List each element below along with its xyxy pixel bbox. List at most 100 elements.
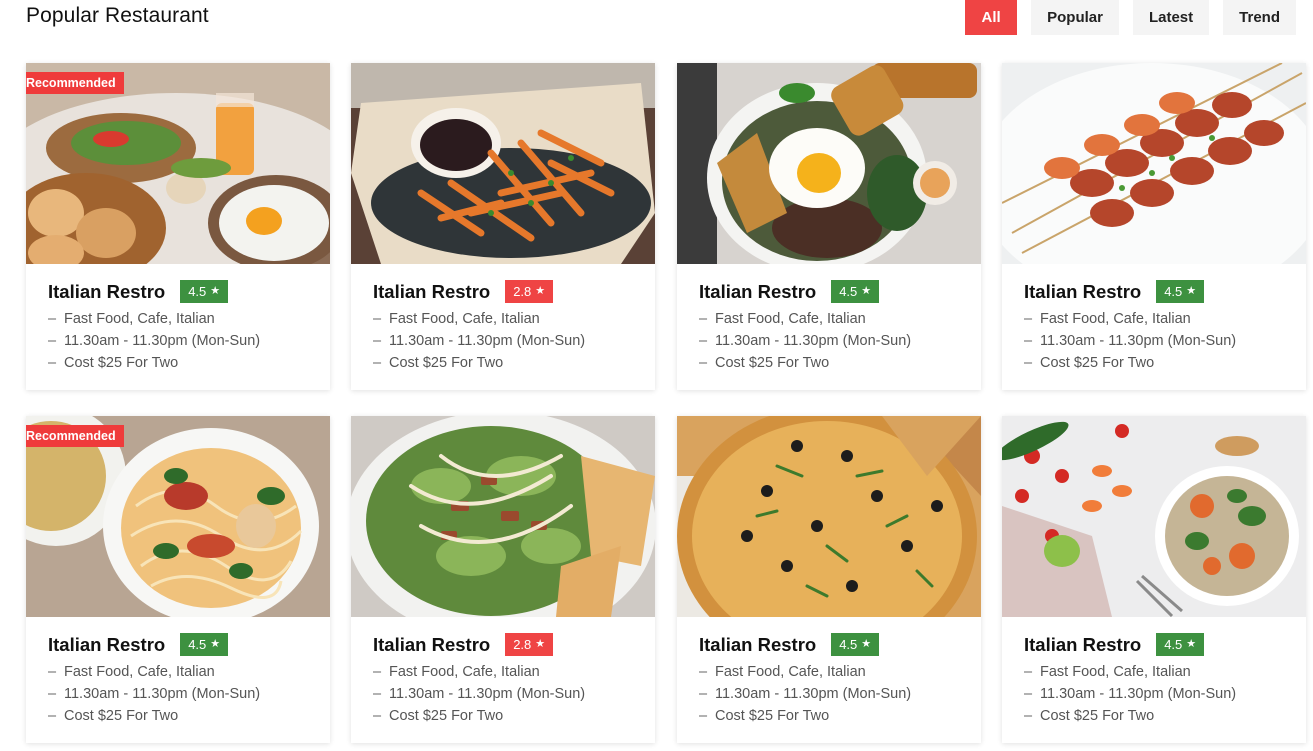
restaurant-image-veggie-bowl[interactable] — [1002, 416, 1306, 617]
star-icon: ★ — [535, 285, 546, 297]
restaurant-image-fries[interactable] — [351, 63, 655, 264]
section-header: Popular Restaurant All Popular Latest Tr… — [26, 0, 1296, 36]
recommended-badge: Recommended — [26, 425, 124, 447]
restaurant-image-salad[interactable] — [351, 416, 655, 617]
card-body: Italian Restro 4.5 ★ – Fast Food, Cafe, It… — [1024, 279, 1296, 374]
cost-text: Cost $25 For Two — [715, 707, 830, 724]
hours-text: 11.30am - 11.30pm (Mon-Sun) — [715, 685, 912, 702]
restaurant-info: – Fast Food, Cafe, Italian –11.30am - 11.… — [699, 309, 971, 374]
cost-item: – Cost $25 For Two — [373, 353, 645, 375]
filter-latest-button[interactable]: Latest — [1132, 0, 1210, 35]
cuisine-item: – Fast Food, Cafe, Italian — [373, 662, 645, 684]
rating-value: 2.8 — [513, 637, 532, 652]
restaurant-info: – Fast Food, Cafe, Italian –11.30am - 11.… — [1024, 662, 1296, 727]
star-icon: ★ — [210, 285, 221, 297]
cost-item: – Cost $25 For Two — [1024, 706, 1296, 728]
cost-text: Cost $25 For Two — [1040, 707, 1155, 724]
cost-item: – Cost $25 For Two — [48, 706, 320, 728]
rating-badge: 4.5 ★ — [180, 633, 229, 656]
title-row: Italian Restro 2.8 ★ — [373, 279, 645, 304]
card-body: Italian Restro 2.8 ★ – Fast Food, Cafe, It… — [373, 279, 645, 374]
restaurant-name[interactable]: Italian Restro — [1024, 634, 1141, 656]
restaurant-card[interactable]: Italian Restro 4.5 ★ – Fast Food, Cafe, It… — [677, 63, 981, 390]
restaurant-name[interactable]: Italian Restro — [699, 281, 816, 303]
cost-item: – Cost $25 For Two — [48, 353, 320, 375]
hours-item: –11.30am - 11.30pm (Mon-Sun) — [1024, 331, 1296, 353]
cost-text: Cost $25 For Two — [715, 354, 830, 371]
restaurant-card[interactable]: Italian Restro 2.8 ★ – Fast Food, Cafe, It… — [351, 416, 655, 743]
restaurant-card[interactable]: Italian Restro 2.8 ★ – Fast Food, Cafe, It… — [351, 63, 655, 390]
card-body: Italian Restro 4.5 ★ – Fast Food, Cafe, It… — [48, 279, 320, 374]
cuisine-text: Fast Food, Cafe, Italian — [389, 664, 540, 680]
card-body: Italian Restro 4.5 ★ – Fast Food, Cafe, It… — [699, 279, 971, 374]
cuisine-text: Fast Food, Cafe, Italian — [389, 311, 540, 327]
restaurant-name[interactable]: Italian Restro — [1024, 281, 1141, 303]
restaurant-info: – Fast Food, Cafe, Italian –11.30am - 11.… — [373, 662, 645, 727]
cost-item: – Cost $25 For Two — [699, 706, 971, 728]
title-row: Italian Restro 4.5 ★ — [699, 632, 971, 657]
restaurant-image-noodles[interactable]: Recommended — [26, 416, 330, 617]
hours-text: 11.30am - 11.30pm (Mon-Sun) — [389, 332, 586, 349]
cuisine-text: Fast Food, Cafe, Italian — [64, 311, 215, 327]
recommended-badge: Recommended — [26, 72, 124, 94]
restaurant-image-skewers[interactable] — [1002, 63, 1306, 264]
hours-text: 11.30am - 11.30pm (Mon-Sun) — [1040, 332, 1237, 349]
card-body: Italian Restro 4.5 ★ – Fast Food, Cafe, It… — [1024, 632, 1296, 727]
hours-text: 11.30am - 11.30pm (Mon-Sun) — [1040, 685, 1237, 702]
star-icon: ★ — [535, 638, 546, 650]
filter-all-button[interactable]: All — [965, 0, 1018, 35]
cuisine-item: – Fast Food, Cafe, Italian — [48, 309, 320, 331]
hours-item: –11.30am - 11.30pm (Mon-Sun) — [48, 684, 320, 706]
hours-text: 11.30am - 11.30pm (Mon-Sun) — [389, 685, 586, 702]
cost-text: Cost $25 For Two — [1040, 354, 1155, 371]
cuisine-item: – Fast Food, Cafe, Italian — [699, 662, 971, 684]
restaurant-info: – Fast Food, Cafe, Italian –11.30am - 11.… — [373, 309, 645, 374]
title-row: Italian Restro 4.5 ★ — [1024, 279, 1296, 304]
cost-item: – Cost $25 For Two — [1024, 353, 1296, 375]
restaurant-name[interactable]: Italian Restro — [373, 634, 490, 656]
rating-badge: 2.8 ★ — [505, 633, 554, 656]
cuisine-text: Fast Food, Cafe, Italian — [715, 664, 866, 680]
restaurant-name[interactable]: Italian Restro — [48, 281, 165, 303]
cuisine-item: – Fast Food, Cafe, Italian — [373, 309, 645, 331]
card-body: Italian Restro 2.8 ★ – Fast Food, Cafe, It… — [373, 632, 645, 727]
rating-badge: 4.5 ★ — [180, 280, 229, 303]
rating-value: 4.5 — [1164, 284, 1183, 299]
star-icon: ★ — [861, 285, 872, 297]
restaurant-card[interactable]: Recommended Italian Restro 4.5 ★ – Fast Fo… — [26, 416, 330, 743]
restaurant-name[interactable]: Italian Restro — [48, 634, 165, 656]
hours-item: –11.30am - 11.30pm (Mon-Sun) — [373, 331, 645, 353]
rating-value: 4.5 — [188, 637, 207, 652]
hours-item: –11.30am - 11.30pm (Mon-Sun) — [373, 684, 645, 706]
restaurant-card[interactable]: Italian Restro 4.5 ★ – Fast Food, Cafe, It… — [1002, 416, 1306, 743]
restaurant-card[interactable]: Italian Restro 4.5 ★ – Fast Food, Cafe, It… — [1002, 63, 1306, 390]
filter-tabs: All Popular Latest Trend — [965, 0, 1296, 35]
restaurant-image-egg-bowl[interactable] — [677, 63, 981, 264]
rating-badge: 4.5 ★ — [831, 280, 880, 303]
restaurant-image-pizza[interactable] — [677, 416, 981, 617]
rating-value: 4.5 — [188, 284, 207, 299]
restaurant-card[interactable]: Recommended Italian Restro 4.5 ★ – Fast Fo… — [26, 63, 330, 390]
cuisine-text: Fast Food, Cafe, Italian — [1040, 311, 1191, 327]
cuisine-item: – Fast Food, Cafe, Italian — [1024, 309, 1296, 331]
restaurant-name[interactable]: Italian Restro — [699, 634, 816, 656]
cuisine-item: – Fast Food, Cafe, Italian — [48, 662, 320, 684]
page-title: Popular Restaurant — [26, 4, 209, 27]
restaurant-image-breakfast[interactable]: Recommended — [26, 63, 330, 264]
restaurant-card[interactable]: Italian Restro 4.5 ★ – Fast Food, Cafe, It… — [677, 416, 981, 743]
hours-text: 11.30am - 11.30pm (Mon-Sun) — [64, 332, 261, 349]
restaurant-info: – Fast Food, Cafe, Italian –11.30am - 11.… — [48, 662, 320, 727]
star-icon: ★ — [1186, 285, 1197, 297]
cost-item: – Cost $25 For Two — [699, 353, 971, 375]
restaurant-name[interactable]: Italian Restro — [373, 281, 490, 303]
rating-value: 4.5 — [1164, 637, 1183, 652]
cuisine-text: Fast Food, Cafe, Italian — [1040, 664, 1191, 680]
filter-popular-button[interactable]: Popular — [1031, 0, 1119, 35]
cost-item: – Cost $25 For Two — [373, 706, 645, 728]
star-icon: ★ — [210, 638, 221, 650]
hours-text: 11.30am - 11.30pm (Mon-Sun) — [64, 685, 261, 702]
cost-text: Cost $25 For Two — [389, 354, 504, 371]
cost-text: Cost $25 For Two — [64, 354, 179, 371]
filter-trend-button[interactable]: Trend — [1223, 0, 1296, 35]
title-row: Italian Restro 2.8 ★ — [373, 632, 645, 657]
